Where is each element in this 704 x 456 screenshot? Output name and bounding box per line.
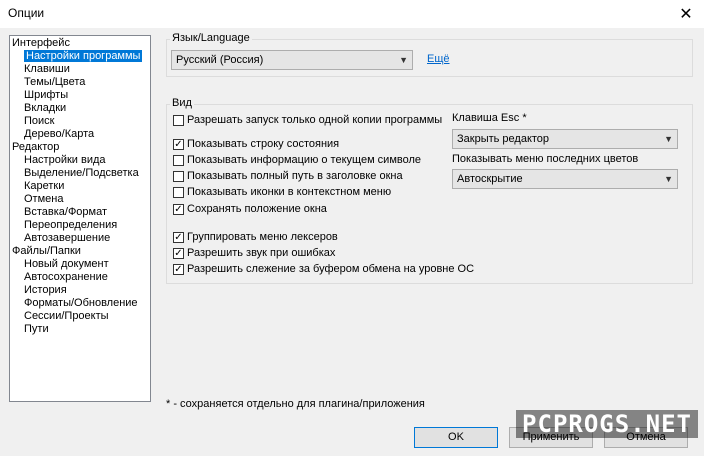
- checkbox-icon: [173, 186, 184, 198]
- tree-item[interactable]: Каретки: [10, 180, 150, 193]
- tree-item[interactable]: Интерфейс: [10, 37, 150, 50]
- ok-button[interactable]: OK: [414, 427, 498, 448]
- view-option-checkbox[interactable]: Разрешать запуск только одной копии прог…: [173, 114, 442, 126]
- tree-item-label: Переопределения: [24, 219, 118, 231]
- view-option-checkbox[interactable]: Показывать информацию о текущем символе: [173, 154, 421, 166]
- tree-item-label: Автосохранение: [24, 271, 108, 283]
- tree-item-label: Вкладки: [24, 102, 67, 114]
- tree-item[interactable]: Настройки вида: [10, 154, 150, 167]
- tree-item[interactable]: Отмена: [10, 193, 150, 206]
- tree-item-label: Каретки: [24, 180, 65, 192]
- view-option-checkbox[interactable]: ✓ Показывать строку состояния: [173, 138, 339, 150]
- view-option-checkbox[interactable]: Показывать иконки в контекстном меню: [173, 186, 391, 198]
- view-option-checkbox[interactable]: ✓ Сохранять положение окна: [173, 203, 327, 215]
- tree-item[interactable]: Новый документ: [10, 258, 150, 271]
- language-select[interactable]: Русский (Россия) ▼: [171, 50, 413, 70]
- tree-item[interactable]: Темы/Цвета: [10, 76, 150, 89]
- chevron-down-icon: ▼: [664, 174, 673, 184]
- tree-item-label: Темы/Цвета: [24, 76, 86, 88]
- tree-item[interactable]: Вставка/Формат: [10, 206, 150, 219]
- tree-item[interactable]: История: [10, 284, 150, 297]
- chevron-down-icon: ▼: [664, 134, 673, 144]
- tree-item-label: Настройки программы: [24, 50, 143, 62]
- language-select-value: Русский (Россия): [176, 54, 264, 66]
- tree-item-label: Сессии/Проекты: [24, 310, 109, 322]
- tree-item[interactable]: Файлы/Папки: [10, 245, 150, 258]
- tree-item[interactable]: Редактор: [10, 141, 150, 154]
- tree-item-label: История: [24, 284, 67, 296]
- view-option-label: Показывать строку состояния: [187, 138, 340, 150]
- esc-key-select[interactable]: Закрыть редактор ▼: [452, 129, 678, 149]
- checkbox-icon: [173, 114, 184, 126]
- checkbox-icon: [173, 170, 184, 182]
- view-option-label: Сохранять положение окна: [187, 203, 327, 215]
- tree-item-label: Поиск: [24, 115, 55, 127]
- tree-item-label: Пути: [24, 323, 49, 335]
- view-option-checkbox[interactable]: Показывать полный путь в заголовке окна: [173, 170, 403, 182]
- checkmark-icon: ✓: [173, 203, 184, 215]
- view-option-checkbox[interactable]: ✓ Группировать меню лексеров: [173, 231, 338, 243]
- view-option-label: Разрешить звук при ошибках: [187, 247, 336, 259]
- tree-item-label: Вставка/Формат: [24, 206, 108, 218]
- tree-item[interactable]: Вкладки: [10, 102, 150, 115]
- tree-item[interactable]: Пути: [10, 323, 150, 336]
- recent-colors-label: Показывать меню последних цветов: [452, 153, 639, 165]
- tree-item[interactable]: Шрифты: [10, 89, 150, 102]
- tree-item[interactable]: Поиск: [10, 115, 150, 128]
- tree-item[interactable]: Автозавершение: [10, 232, 150, 245]
- checkmark-icon: ✓: [173, 138, 184, 150]
- view-option-label: Показывать иконки в контекстном меню: [187, 186, 392, 198]
- tree-item-label: Форматы/Обновление: [24, 297, 138, 309]
- checkmark-icon: ✓: [173, 263, 184, 275]
- tree-item-label: Настройки вида: [24, 154, 106, 166]
- tree-item-label: Шрифты: [24, 89, 69, 101]
- tree-item-label: Редактор: [12, 141, 60, 153]
- tree-item-label: Дерево/Карта: [24, 128, 95, 140]
- tree-item-label: Автозавершение: [24, 232, 111, 244]
- tree-item[interactable]: Настройки программы: [10, 50, 150, 63]
- tree-item[interactable]: Переопределения: [10, 219, 150, 232]
- view-option-label: Разрешить слежение за буфером обмена на …: [187, 263, 475, 275]
- esc-key-label: Клавиша Esc *: [452, 112, 527, 124]
- view-option-label: Разрешать запуск только одной копии прог…: [187, 114, 443, 126]
- checkmark-icon: ✓: [173, 247, 184, 259]
- tree-item[interactable]: Форматы/Обновление: [10, 297, 150, 310]
- close-icon[interactable]: ✕: [668, 0, 704, 28]
- tree-item-label: Новый документ: [24, 258, 109, 270]
- checkmark-icon: ✓: [173, 231, 184, 243]
- checkbox-icon: [173, 154, 184, 166]
- tree-item[interactable]: Выделение/Подсветка: [10, 167, 150, 180]
- tree-item-label: Отмена: [24, 193, 64, 205]
- tree-item[interactable]: Клавиши: [10, 63, 150, 76]
- view-option-checkbox[interactable]: ✓ Разрешить звук при ошибках: [173, 247, 335, 259]
- tree-item-label: Интерфейс: [12, 37, 70, 49]
- category-tree[interactable]: Интерфейс Настройки программы Клавиши Темы/…: [9, 35, 151, 402]
- view-option-label: Группировать меню лексеров: [187, 231, 338, 243]
- esc-key-select-value: Закрыть редактор: [457, 133, 550, 145]
- recent-colors-select-value: Автоскрытие: [457, 173, 523, 185]
- tree-item-label: Выделение/Подсветка: [24, 167, 139, 179]
- title-bar: Опции ✕: [0, 0, 704, 28]
- more-languages-link[interactable]: Ещё: [427, 53, 450, 65]
- view-group-label: Вид: [170, 97, 194, 109]
- language-group-label: Язык/Language: [170, 32, 252, 44]
- view-option-checkbox[interactable]: ✓ Разрешить слежение за буфером обмена на…: [173, 263, 474, 275]
- tree-item[interactable]: Дерево/Карта: [10, 128, 150, 141]
- watermark: PCPROGS.NET: [516, 410, 698, 438]
- chevron-down-icon: ▼: [399, 55, 408, 65]
- tree-item-label: Файлы/Папки: [12, 245, 81, 257]
- tree-item-label: Клавиши: [24, 63, 70, 75]
- window-title: Опции: [8, 6, 45, 20]
- tree-item[interactable]: Автосохранение: [10, 271, 150, 284]
- tree-item[interactable]: Сессии/Проекты: [10, 310, 150, 323]
- footnote: * - сохраняется отдельно для плагина/при…: [166, 398, 425, 410]
- view-option-label: Показывать полный путь в заголовке окна: [187, 170, 403, 182]
- view-option-label: Показывать информацию о текущем символе: [187, 154, 422, 166]
- recent-colors-select[interactable]: Автоскрытие ▼: [452, 169, 678, 189]
